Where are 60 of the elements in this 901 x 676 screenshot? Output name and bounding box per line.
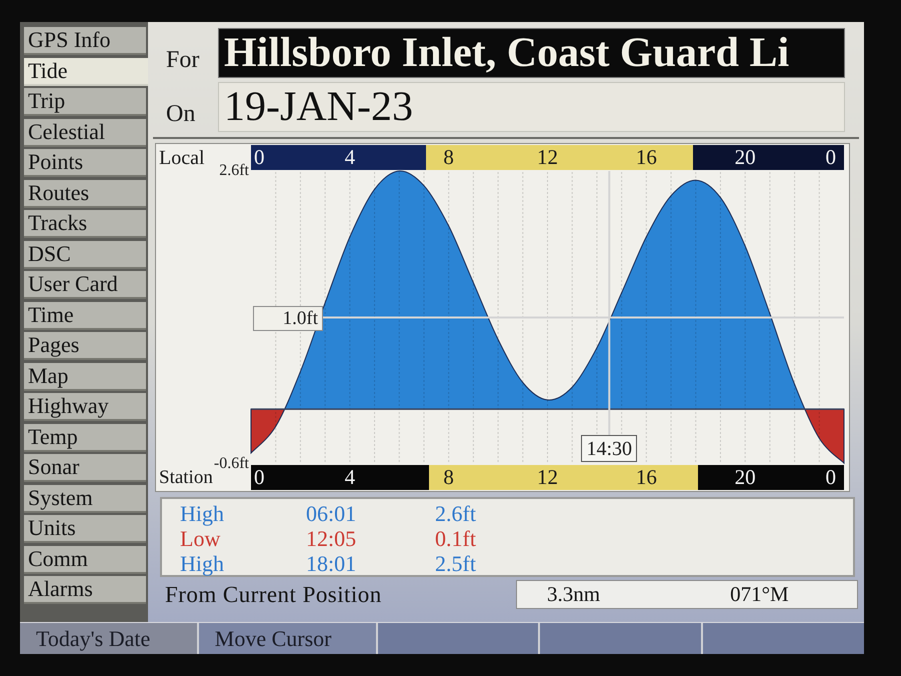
softkey-button[interactable]: Today's Date xyxy=(20,623,197,654)
cursor-time-label: 14:30 xyxy=(581,435,638,462)
field-label: For xyxy=(165,48,200,75)
hour-label: 8 xyxy=(443,147,454,168)
sidebar-tab[interactable]: Alarms xyxy=(24,576,146,604)
tide-time: 06:01 xyxy=(306,501,356,526)
bearing-value: 071°M xyxy=(730,584,789,604)
softkey-button[interactable]: Move Cursor xyxy=(198,623,376,654)
hour-label: 4 xyxy=(344,467,356,488)
hour-label: 0 xyxy=(826,467,836,488)
sidebar-tab[interactable]: System xyxy=(24,484,146,512)
sidebar-tab[interactable]: Comm xyxy=(24,546,146,574)
sidebar-tab[interactable]: User Card xyxy=(24,271,146,299)
sidebar-tab[interactable]: Units xyxy=(24,515,146,543)
axis-title: Station xyxy=(159,468,213,487)
hour-label: 4 xyxy=(344,147,356,168)
sidebar-tab[interactable]: Sonar xyxy=(24,454,146,482)
tide-time: 12:05 xyxy=(306,526,356,551)
sidebar-tab[interactable]: Tide xyxy=(24,58,148,86)
hour-label: 8 xyxy=(443,467,454,488)
sidebar-tab[interactable]: Highway xyxy=(24,393,146,421)
tide-height: 2.6ft xyxy=(435,501,476,526)
hour-label: 0 xyxy=(254,147,264,168)
sidebar-tab[interactable]: Map xyxy=(24,362,146,390)
sidebar-tab[interactable]: Temp xyxy=(24,424,146,452)
cursor-height-label: 1.0ft xyxy=(253,306,323,330)
hour-label: 12 xyxy=(537,467,558,488)
tide-type: High xyxy=(180,551,224,576)
sidebar-tab[interactable]: Time xyxy=(24,302,146,330)
sidebar-tab[interactable]: Trip xyxy=(24,88,146,116)
hour-label: 0 xyxy=(254,467,264,488)
field-label: On xyxy=(165,102,196,129)
sidebar-tab[interactable]: Tracks xyxy=(24,210,146,238)
blank-softkey[interactable] xyxy=(378,623,538,654)
date-field[interactable]: 19-JAN-23 xyxy=(218,82,845,132)
sidebar-tab[interactable]: Celestial xyxy=(24,118,146,146)
position-label: From Current Position xyxy=(165,582,382,606)
tide-time: 18:01 xyxy=(306,551,356,576)
hour-label: 20 xyxy=(734,147,756,168)
hour-label: 0 xyxy=(826,147,836,168)
blank-softkey[interactable] xyxy=(540,623,702,654)
axis-label: -0.6ft xyxy=(214,456,249,472)
blank-softkey[interactable] xyxy=(703,623,864,654)
distance-value: 3.3nm xyxy=(547,584,600,604)
tide-height: 0.1ft xyxy=(435,526,476,551)
sidebar-tab[interactable]: Pages xyxy=(24,332,146,360)
sidebar-tab[interactable]: DSC xyxy=(24,240,146,268)
sidebar-tab[interactable]: Routes xyxy=(24,180,146,208)
sidebar-tab[interactable]: Points xyxy=(24,149,146,177)
tide-type: Low xyxy=(180,526,220,551)
tide-height: 2.5ft xyxy=(435,551,476,576)
axis-label: 2.6ft xyxy=(219,163,249,179)
hour-label: 12 xyxy=(537,147,558,168)
sidebar-tab[interactable]: GPS Info xyxy=(24,27,146,55)
hour-label: 20 xyxy=(734,467,756,488)
tide-type: High xyxy=(180,501,224,526)
hour-label: 16 xyxy=(636,467,657,488)
hour-label: 16 xyxy=(636,147,657,168)
station-name-field[interactable]: Hillsboro Inlet, Coast Guard Li xyxy=(218,28,845,78)
axis-title: Local xyxy=(159,148,205,168)
